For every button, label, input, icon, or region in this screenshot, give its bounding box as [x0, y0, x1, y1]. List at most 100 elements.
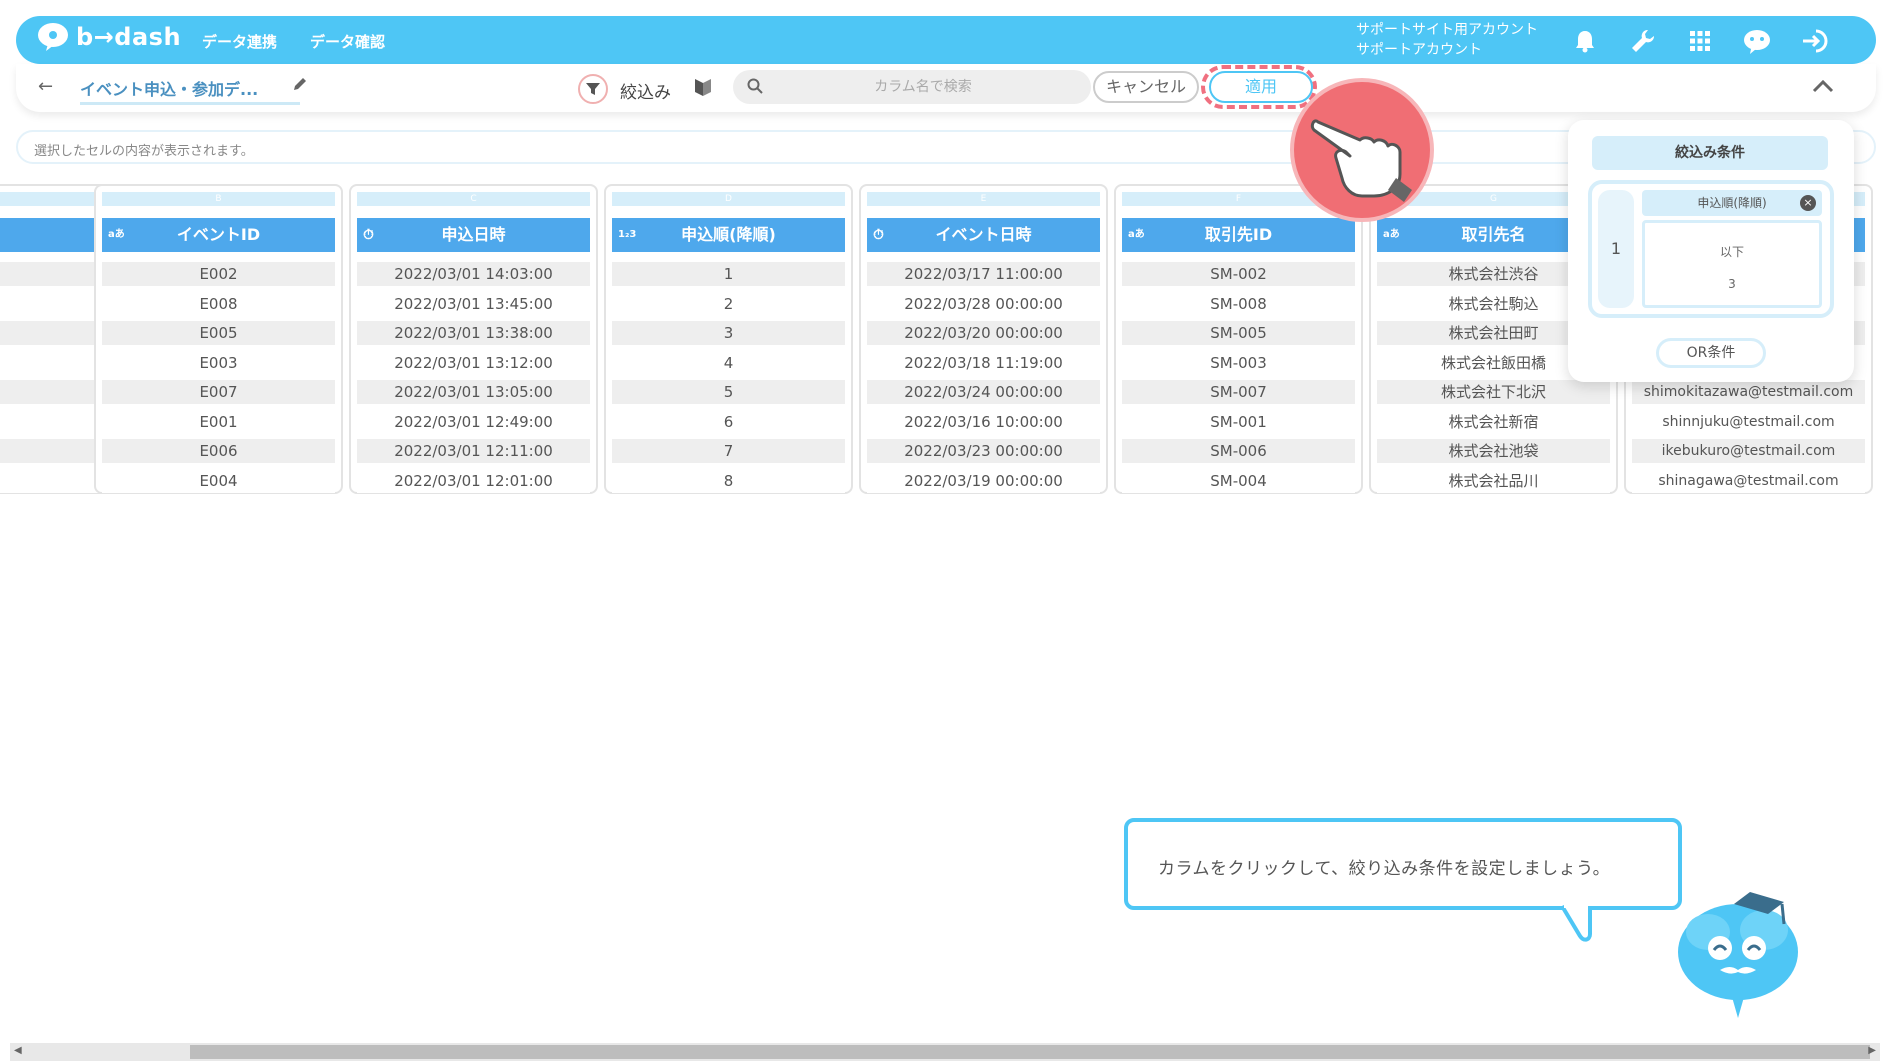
condition-operator[interactable]: 以下 [1645, 243, 1819, 260]
table-cell[interactable]: E004 [102, 468, 335, 493]
table-cell[interactable]: 2022/03/01 12:49:00 [357, 409, 590, 434]
column-d[interactable]: D 1₂3 申込順(降順) 1 2 3 4 5 6 7 8 [604, 184, 853, 494]
condition-field[interactable]: 申込順(降順) × [1642, 190, 1822, 216]
table-cell[interactable]: 5 [612, 380, 845, 404]
table-cell[interactable]: shimokitazawa@testmail.com [1632, 380, 1865, 404]
table-cell[interactable]: SM-004 [1122, 468, 1355, 493]
table-cell[interactable]: E006 [102, 439, 335, 463]
table-cell[interactable]: 2022/03/01 13:05:00 [357, 380, 590, 404]
edit-pencil-icon[interactable] [292, 76, 308, 96]
column-header[interactable]: 1₂3 申込順(降順) [612, 218, 845, 252]
table-cell[interactable]: SM-005 [1122, 321, 1355, 345]
collapse-chevron-icon[interactable] [1812, 78, 1834, 97]
table-cell[interactable]: SM-007 [1122, 380, 1355, 404]
text-type-icon: aあ [1383, 229, 1400, 240]
table-cell[interactable]: E003 [102, 350, 335, 375]
column-header[interactable]: ⏱ イベント日時 [867, 218, 1100, 252]
search-icon [747, 78, 763, 98]
tooltip-tail [1560, 904, 1592, 942]
table-cell[interactable]: 2022/03/20 00:00:00 [867, 321, 1100, 345]
horizontal-scrollbar[interactable]: ◀ ▶ [10, 1043, 1880, 1061]
logout-icon[interactable] [1798, 24, 1832, 58]
table-cell[interactable]: 8 [612, 468, 845, 493]
table-cell[interactable]: 7 [612, 439, 845, 463]
column-c[interactable]: C ⏱ 申込日時 2022/03/01 14:03:00 2022/03/01 1… [349, 184, 598, 494]
tutorial-tooltip: カラムをクリックして、絞り込み条件を設定しましょう。 [1124, 818, 1682, 910]
bell-icon[interactable] [1568, 24, 1602, 58]
condition-field-label: 申込順(降順) [1697, 196, 1767, 210]
cell-content-placeholder: 選択したセルの内容が表示されます。 [34, 144, 254, 159]
scrollbar-thumb[interactable] [190, 1045, 1870, 1059]
table-cell[interactable]: SM-006 [1122, 439, 1355, 463]
column-f[interactable]: F aあ 取引先ID SM-002 SM-008 SM-005 SM-003 SM… [1114, 184, 1363, 494]
table-cell[interactable]: 2022/03/01 14:03:00 [357, 262, 590, 286]
table-cell[interactable]: 2022/03/01 13:12:00 [357, 350, 590, 375]
remove-condition-icon[interactable]: × [1800, 195, 1816, 211]
table-cell[interactable]: 株式会社池袋 [1377, 439, 1610, 463]
logo-bubble-icon [38, 23, 68, 51]
column-b[interactable]: B aあ イベントID E002 E008 E005 E003 E007 E001… [94, 184, 343, 494]
table-cell[interactable]: ikebukuro@testmail.com [1632, 439, 1865, 463]
table-cell[interactable]: E008 [102, 291, 335, 316]
table-cell[interactable]: 2022/03/01 13:45:00 [357, 291, 590, 316]
table-cell[interactable]: 株式会社品川 [1377, 468, 1610, 493]
column-header[interactable]: ⏱ 申込日時 [357, 218, 590, 252]
table-cell[interactable]: SM-002 [1122, 262, 1355, 286]
column-header[interactable]: aあ 取引先ID [1122, 218, 1355, 252]
chat-icon[interactable] [1740, 24, 1774, 58]
table-cell[interactable]: shinnjuku@testmail.com [1632, 409, 1865, 434]
table-cell[interactable]: 2022/03/23 00:00:00 [867, 439, 1100, 463]
column-search-input[interactable] [773, 70, 1073, 104]
table-cell[interactable]: 2022/03/28 00:00:00 [867, 291, 1100, 316]
nav-data-integration[interactable]: データ連携 [202, 31, 277, 52]
brand-logo[interactable]: b→dash [36, 22, 181, 52]
brand-name: b→dash [76, 23, 182, 51]
back-arrow-icon[interactable]: ← [38, 76, 53, 97]
table-cell[interactable]: 2022/03/18 11:19:00 [867, 350, 1100, 375]
grid-icon[interactable] [1683, 24, 1717, 58]
sheet-toolbar: ← イベント申込・参加デ... 絞込み キャンセル 適用 [16, 64, 1876, 112]
text-type-icon: aあ [1128, 229, 1145, 240]
beginner-mark-icon[interactable] [694, 77, 712, 101]
column-letter: D [612, 192, 845, 206]
add-or-condition-button[interactable]: OR条件 [1656, 338, 1766, 368]
table-cell[interactable]: 3 [612, 321, 845, 345]
table-cell[interactable]: 4 [612, 350, 845, 375]
wrench-icon[interactable] [1626, 24, 1660, 58]
scroll-right-icon[interactable]: ▶ [1868, 1045, 1876, 1056]
column-search [733, 70, 1091, 104]
condition-value[interactable]: 3 [1645, 277, 1819, 291]
table-cell[interactable]: 2 [612, 291, 845, 316]
table-cell[interactable]: shinagawa@testmail.com [1632, 468, 1865, 493]
table-cell[interactable]: 2022/03/01 13:38:00 [357, 321, 590, 345]
table-cell[interactable]: SM-008 [1122, 291, 1355, 316]
condition-editor[interactable]: 以下 3 [1642, 220, 1822, 308]
scroll-left-icon[interactable]: ◀ [14, 1045, 22, 1056]
table-cell[interactable]: 2022/03/16 10:00:00 [867, 409, 1100, 434]
pointing-hand-icon [1290, 78, 1434, 222]
column-e[interactable]: E ⏱ イベント日時 2022/03/17 11:00:00 2022/03/28… [859, 184, 1108, 494]
table-cell[interactable]: 1 [612, 262, 845, 286]
table-cell[interactable]: 2022/03/01 12:01:00 [357, 468, 590, 493]
table-cell[interactable]: 6 [612, 409, 845, 434]
sheet-title[interactable]: イベント申込・参加デ... [80, 76, 300, 105]
table-cell[interactable]: 2022/03/01 12:11:00 [357, 439, 590, 463]
account-site: サポートサイト用アカウント [1356, 22, 1538, 38]
nav-data-check[interactable]: データ確認 [310, 31, 385, 52]
table-cell[interactable]: SM-003 [1122, 350, 1355, 375]
filter-icon[interactable] [578, 74, 608, 104]
table-cell[interactable]: E007 [102, 380, 335, 404]
column-header[interactable]: aあ イベントID [102, 218, 335, 252]
table-cell[interactable]: 株式会社新宿 [1377, 409, 1610, 434]
account-info[interactable]: サポートサイト用アカウント サポートアカウント [1356, 20, 1538, 60]
table-cell[interactable]: E001 [102, 409, 335, 434]
table-cell[interactable]: SM-001 [1122, 409, 1355, 434]
table-cell[interactable]: 2022/03/19 00:00:00 [867, 468, 1100, 493]
tutorial-tooltip-text: カラムをクリックして、絞り込み条件を設定しましょう。 [1158, 859, 1611, 879]
table-cell[interactable]: 2022/03/24 00:00:00 [867, 380, 1100, 404]
table-cell[interactable]: E002 [102, 262, 335, 286]
table-cell[interactable]: E005 [102, 321, 335, 345]
table-cell[interactable]: 2022/03/17 11:00:00 [867, 262, 1100, 286]
cancel-button[interactable]: キャンセル [1093, 71, 1199, 103]
table-cell[interactable]: 株式会社下北沢 [1377, 380, 1610, 404]
